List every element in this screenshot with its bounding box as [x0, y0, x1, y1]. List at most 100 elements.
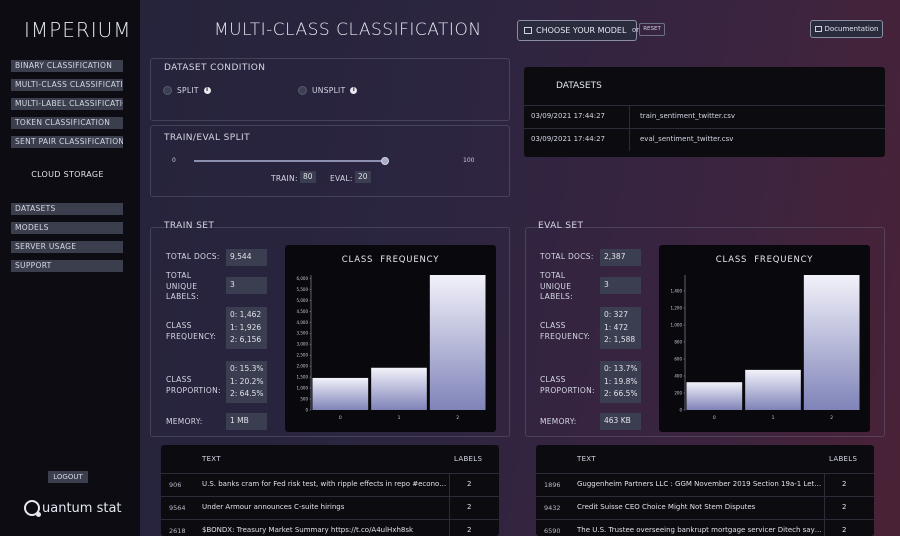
bar-class-2[interactable] [429, 275, 486, 410]
row-label: 2 [842, 480, 847, 488]
unsplit-radio-dot[interactable] [298, 86, 307, 95]
nav-multi-class-classification[interactable]: MULTI-CLASS CLASSIFICATION [11, 79, 123, 91]
class-2-proportion: 2: 64.5% [230, 389, 264, 398]
table-row[interactable]: 9564 Under Armour announces C-suite hiri… [161, 496, 499, 519]
split-radio-dot[interactable] [163, 86, 172, 95]
nav-datasets[interactable]: DATASETS [11, 203, 123, 215]
x-tick-label: 2 [830, 415, 833, 421]
nav-token-classification[interactable]: TOKEN CLASSIFICATION [11, 117, 123, 129]
x-tick-label: 1 [398, 415, 401, 421]
logo-q-icon [24, 500, 41, 517]
bar-class-2[interactable] [803, 275, 860, 410]
grid-icon [524, 27, 532, 34]
x-tick-label: 1 [772, 415, 775, 421]
split-radio[interactable]: SPLIT i [163, 86, 211, 95]
y-tick-label: 1,200 [671, 305, 683, 310]
nav-sent-pair-classification[interactable]: SENT PAIR CLASSIFICATION [11, 136, 123, 148]
eval-unique-labels-value: 3 [600, 277, 641, 294]
table-row[interactable]: 9432 Credit Suisse CEO Choice Might Not … [536, 496, 874, 519]
logout-button[interactable]: LOGOUT [48, 471, 88, 483]
choose-model-label: CHOOSE YOUR MODEL [536, 26, 627, 35]
eval-split-value: 20 [355, 171, 371, 183]
x-tick-label: 2 [456, 415, 459, 421]
split-slider-track[interactable] [194, 160, 385, 162]
y-tick-label: 2,000 [297, 364, 309, 369]
choose-model-button[interactable]: CHOOSE YOUR MODEL [517, 20, 637, 41]
unsplit-radio[interactable]: UNSPLIT i [298, 86, 358, 95]
nav-multi-label-classification[interactable]: MULTI-LABEL CLASSIFICATION [11, 98, 123, 110]
class-1-frequency: 1: 1,926 [230, 322, 262, 332]
bar-class-1[interactable] [371, 367, 427, 410]
y-tick-label: 4,500 [297, 309, 309, 314]
label-line: LABELS: [540, 292, 573, 301]
documentation-label: Documentation [824, 25, 879, 33]
documentation-button[interactable]: Documentation [810, 20, 883, 38]
y-tick-label: 600 [674, 356, 682, 361]
y-tick-label: 400 [674, 373, 682, 378]
bar-class-0[interactable] [686, 382, 743, 410]
page-title: MULTI-CLASS CLASSIFICATION [214, 20, 482, 40]
quantum-stat-logo: uantum stat [24, 500, 122, 517]
class-2-frequency: 2: 1,588 [604, 335, 636, 344]
eval-class-frequency-chart: CLASS FREQUENCY 0 200 400 600 800 1,000 1,200 1… [659, 245, 870, 432]
sidebar: IMPERIUM BINARY CLASSIFICATION MULTI-CLA… [0, 0, 140, 536]
y-tick-label: 1,000 [297, 386, 309, 391]
y-tick-label: 3,000 [297, 342, 309, 347]
label-line: FREQUENCY: [166, 331, 217, 341]
train-split-label: TRAIN: [271, 174, 298, 183]
bar-class-0[interactable] [312, 377, 369, 410]
class-2-proportion: 2: 66.5% [604, 389, 638, 398]
train-chart-svg: 0 500 1,000 1,500 2,000 2,500 3,000 3,500 4,000 4… [297, 275, 486, 421]
eval-class-proportion-values: 0: 13.7% 1: 19.8% 2: 66.5% [600, 361, 641, 403]
class-0-proportion: 0: 13.7% [604, 364, 638, 373]
info-icon[interactable]: i [203, 87, 211, 94]
train-class-proportion-values: 0: 15.3% 1: 20.2% 2: 64.5% [226, 361, 267, 403]
row-label: 2 [842, 526, 847, 534]
row-label: 2 [842, 503, 847, 511]
table-row[interactable]: 2618 $BONDX: Treasury Market Summary htt… [161, 519, 499, 536]
dataset-filename: eval_sentiment_twitter.csv [640, 135, 734, 143]
row-index: 1896 [544, 481, 561, 489]
column-divider [449, 520, 450, 536]
book-icon [814, 26, 822, 32]
dataset-row[interactable]: 03/09/2021 17:44:27 eval_sentiment_twitt… [524, 128, 885, 151]
y-tick-label: 5,500 [297, 287, 309, 292]
nav-models[interactable]: MODELS [11, 222, 123, 234]
eval-class-proportion-label: CLASS PROPORTION: [540, 375, 595, 396]
eval-samples-table: TEXT LABELS 1896 Guggenheim Partners LLC… [536, 445, 874, 536]
class-1-proportion: 1: 20.2% [230, 376, 264, 386]
nav-binary-classification[interactable]: BINARY CLASSIFICATION [11, 60, 123, 72]
class-0-frequency: 0: 327 [604, 310, 628, 319]
nav-support[interactable]: SUPPORT [11, 260, 123, 272]
row-index: 6590 [544, 527, 561, 535]
class-1-frequency: 1: 472 [604, 322, 628, 332]
table-row[interactable]: 906 U.S. banks cram for Fed risk test, w… [161, 473, 499, 496]
train-class-frequency-values: 0: 1,462 1: 1,926 2: 6,156 [226, 307, 267, 349]
table-row[interactable]: 6590 The U.S. Trustee overseeing bankrup… [536, 519, 874, 536]
eval-class-frequency-values: 0: 327 1: 472 2: 1,588 [600, 307, 641, 349]
column-divider [824, 520, 825, 536]
column-divider [629, 129, 630, 151]
labels-column-header: LABELS [829, 455, 858, 463]
info-icon[interactable]: i [350, 87, 358, 94]
table-row[interactable]: 1896 Guggenheim Partners LLC : GGM Novem… [536, 473, 874, 496]
y-tick-label: 3,500 [297, 331, 309, 336]
bar-class-1[interactable] [745, 369, 801, 410]
train-split-value: 80 [300, 171, 316, 183]
cloud-storage-heading: CLOUD STORAGE [31, 170, 104, 179]
train-total-docs-label: TOTAL DOCS: [166, 252, 220, 261]
split-slider-thumb[interactable] [381, 157, 389, 165]
dataset-row[interactable]: 03/09/2021 17:44:27 train_sentiment_twit… [524, 105, 885, 128]
y-tick-label: 200 [674, 390, 682, 395]
y-tick-label: 800 [674, 339, 682, 344]
column-divider [449, 474, 450, 496]
y-tick-label: 0 [679, 408, 682, 413]
y-tick-label: 500 [300, 397, 308, 402]
label-line: CLASS [166, 375, 192, 384]
reset-button[interactable]: RESET [639, 23, 665, 36]
nav-server-usage[interactable]: SERVER USAGE [11, 241, 123, 253]
labels-column-header: LABELS [454, 455, 483, 463]
row-index: 9564 [169, 504, 186, 512]
label-line: UNIQUE [540, 281, 572, 291]
dataset-date: 03/09/2021 17:44:27 [531, 135, 606, 143]
